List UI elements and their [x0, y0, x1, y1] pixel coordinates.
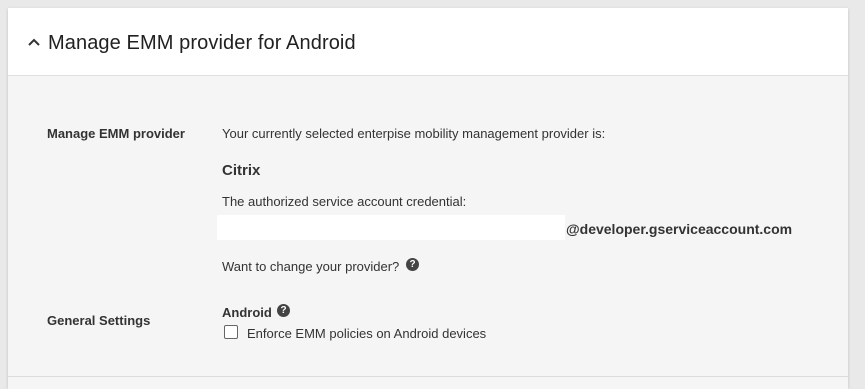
enforce-emm-policies-label[interactable]: Enforce EMM policies on Android devices — [247, 326, 486, 341]
provider-name: Citrix — [222, 162, 261, 179]
manage-emm-provider-label: Manage EMM provider — [47, 126, 185, 141]
card-footer-divider — [8, 376, 848, 389]
general-settings-label: General Settings — [47, 313, 151, 328]
enforce-emm-policies-checkbox[interactable] — [224, 325, 238, 339]
question-circle-icon[interactable]: ? — [406, 258, 419, 271]
provider-intro-text: Your currently selected enterpise mobili… — [222, 126, 606, 141]
emm-settings-card: Manage EMM provider for Android Manage E… — [8, 8, 848, 389]
credential-account-field — [217, 215, 565, 240]
card-header[interactable]: Manage EMM provider for Android — [8, 8, 848, 76]
credential-text: The authorized service account credentia… — [222, 194, 467, 209]
android-label: Android — [222, 305, 272, 320]
card-body: Manage EMM provider Your currently selec… — [8, 76, 848, 376]
page-background: Manage EMM provider for Android Manage E… — [0, 0, 865, 389]
question-circle-icon[interactable]: ? — [277, 304, 290, 317]
page-title: Manage EMM provider for Android — [48, 32, 356, 54]
credential-domain: @developer.gserviceaccount.com — [566, 221, 793, 237]
change-provider-text: Want to change your provider? — [222, 259, 400, 274]
chevron-up-icon[interactable] — [26, 34, 42, 50]
